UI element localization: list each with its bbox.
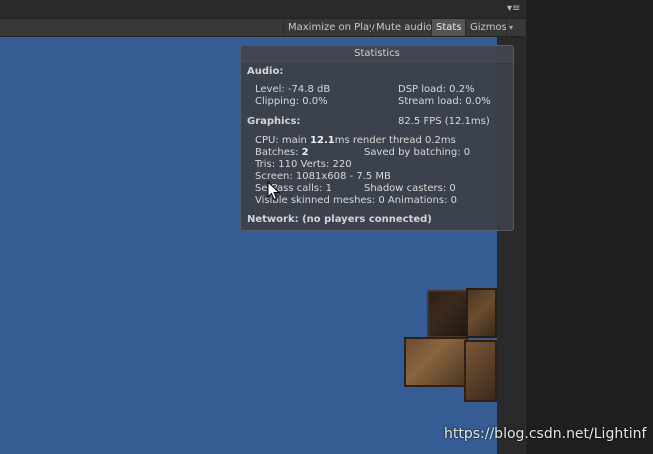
window-tab-bar: ▾≡ xyxy=(0,0,525,19)
maximize-on-play-button[interactable]: Maximize on Play xyxy=(283,19,379,36)
batches-value: 2 xyxy=(301,147,309,158)
audio-level: Level: -74.8 dB xyxy=(255,84,331,95)
cpu-main-value: 12.1 xyxy=(310,135,335,146)
gizmos-button[interactable]: Gizmos xyxy=(465,19,511,36)
audio-header: Audio: xyxy=(247,66,284,77)
crate-bottom-right xyxy=(464,340,497,402)
editor-side-panel xyxy=(525,0,653,454)
audio-clipping: Clipping: 0.0% xyxy=(255,96,328,107)
statistics-panel: Statistics Audio: Level: -74.8 dB DSP lo… xyxy=(240,45,514,231)
statistics-title: Statistics xyxy=(241,46,513,62)
watermark-text: https://blog.csdn.net/Lightinf xyxy=(444,426,647,442)
stats-button[interactable]: Stats xyxy=(431,19,466,36)
panel-menu-icon[interactable]: ▾≡ xyxy=(507,4,520,14)
mouse-cursor-icon xyxy=(267,181,281,201)
gizmos-dropdown-icon[interactable]: ▾ xyxy=(506,19,520,36)
batches-readout: Batches: 2 xyxy=(255,147,309,159)
fps-readout: 82.5 FPS (12.1ms) xyxy=(398,116,490,127)
crate-top-right xyxy=(466,288,497,338)
game-view-toolbar: Maximize on Play Mute audio Stats Gizmos… xyxy=(0,19,525,37)
batches-prefix: Batches: xyxy=(255,147,302,158)
saved-by-batching: Saved by batching: 0 xyxy=(364,147,471,158)
graphics-header: Graphics: xyxy=(247,116,301,127)
cpu-readout: CPU: main 12.1ms render thread 0.2ms xyxy=(255,135,456,147)
dsp-load: DSP load: 0.2% xyxy=(398,84,475,95)
cpu-prefix: CPU: main xyxy=(255,135,311,146)
skinned-meshes: Visible skinned meshes: 0 Animations: 0 xyxy=(255,195,457,206)
network-status: Network: (no players connected) xyxy=(247,214,432,225)
crate-bottom-left xyxy=(404,337,468,387)
stream-load: Stream load: 0.0% xyxy=(398,96,491,107)
crate-top-left xyxy=(427,290,471,338)
cpu-suffix: ms render thread 0.2ms xyxy=(334,135,456,146)
shadow-casters: Shadow casters: 0 xyxy=(364,183,456,194)
tris-verts: Tris: 110 Verts: 220 xyxy=(255,159,352,170)
mute-audio-button[interactable]: Mute audio xyxy=(371,19,436,36)
